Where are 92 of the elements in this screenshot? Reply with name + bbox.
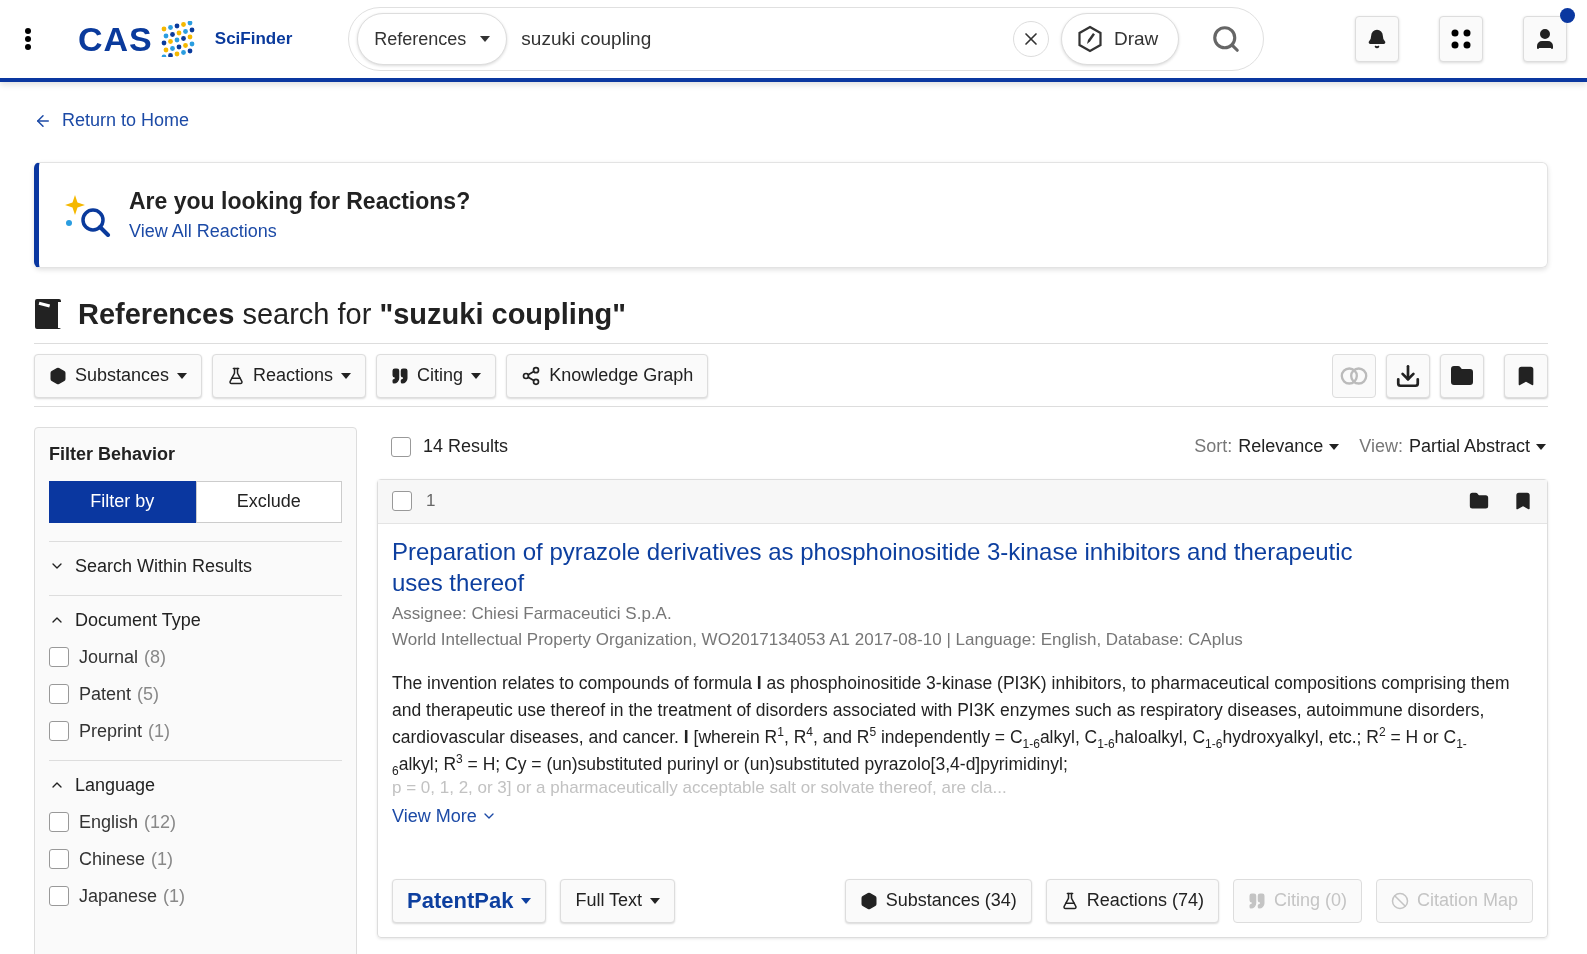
caret-icon bbox=[521, 897, 532, 904]
book-icon bbox=[34, 298, 64, 330]
folder-button[interactable] bbox=[1440, 353, 1484, 398]
apps-button[interactable] bbox=[1439, 16, 1483, 62]
caret-icon bbox=[471, 372, 482, 379]
overlap-circles-icon bbox=[1339, 365, 1369, 386]
scope-dropdown[interactable]: References bbox=[357, 13, 508, 65]
assignee: Assignee: Chiesi Farmaceutici S.p.A. bbox=[392, 603, 673, 624]
quote-icon bbox=[391, 366, 410, 385]
filter-count: (5) bbox=[137, 683, 160, 705]
filter-mode-toggle[interactable]: Exclude bbox=[195, 480, 342, 523]
view-more-link[interactable]: View More bbox=[392, 805, 497, 827]
network-icon bbox=[521, 365, 542, 386]
panel-title: Filter Behavior bbox=[49, 443, 177, 465]
caret-icon bbox=[1329, 443, 1340, 450]
result-checkbox[interactable] bbox=[392, 491, 412, 511]
result-number: 1 bbox=[426, 491, 436, 511]
caret-icon bbox=[177, 372, 188, 379]
caret-icon bbox=[650, 897, 661, 904]
substances-button[interactable]: Substances (34) bbox=[844, 878, 1032, 923]
slashed-circle-icon bbox=[1390, 891, 1409, 910]
filter-label: Preprint bbox=[79, 720, 143, 742]
draw-button[interactable]: Draw bbox=[1060, 13, 1180, 65]
bookmark-button[interactable] bbox=[1504, 353, 1548, 398]
banner-title: Are you looking for Reactions? bbox=[129, 187, 471, 215]
page-title: References search for "suzuki coupling" bbox=[78, 297, 627, 331]
citing-menu-button[interactable]: Citing bbox=[376, 353, 497, 398]
search-icon bbox=[1211, 24, 1242, 54]
hexagon-icon bbox=[859, 891, 878, 910]
view-dropdown[interactable]: Partial Abstract bbox=[1408, 436, 1546, 457]
sort-label: Sort: bbox=[1194, 436, 1233, 457]
quote-icon bbox=[1247, 891, 1266, 910]
checkbox[interactable] bbox=[49, 684, 69, 704]
view-reactions-link[interactable]: View All Reactions bbox=[129, 220, 277, 242]
return-home-link[interactable]: Return to Home bbox=[34, 110, 190, 131]
graph-menu-button[interactable]: Knowledge Graph bbox=[506, 353, 709, 398]
caret-icon bbox=[341, 372, 352, 379]
substances-menu-button[interactable]: Substances bbox=[34, 353, 203, 398]
results-count: 14 Results bbox=[423, 436, 509, 457]
filter-label: Japanese bbox=[79, 885, 158, 907]
abstract: The invention relates to compounds of formula I as phosphoinositide 3-kinase (PI3K) inhibitors, to pharmaceutical compositions comprising them and therapeutic use thereof in the treatment of disorders associated with PI3K enzymes such as respiratory diseases, autoimmune disorders, cardiovascular diseases, and cancer. I [wherein R$^{1}$, R$^{4}$, and R$^{5}$ independently = C$_{1-6}$alkyl, C$_{1-6}$haloalkyl, C$_{1-6}$hydroxyalkyl, etc.; R$^{2}$ = H or C$_{1-}$$_{6}$alkyl; R$^{3}$ = H; Cy = (un)substituted purinyl or (un)substituted pyrazolo[3,4-d]pyrimidinyl; bbox=[392, 671, 1511, 778]
checkbox[interactable] bbox=[49, 849, 69, 869]
download-button[interactable] bbox=[1386, 353, 1430, 398]
logo-text: CAS bbox=[78, 19, 153, 59]
caret-icon bbox=[480, 36, 491, 42]
folder-icon bbox=[1469, 491, 1489, 511]
filter-label: Patent bbox=[79, 683, 132, 705]
download-icon bbox=[1395, 362, 1421, 389]
account-button[interactable] bbox=[1523, 16, 1567, 62]
result-title-link[interactable]: Preparation of pyrazole derivatives as phosphoinositide 3-kinase inhibitors and therapeutic uses thereof bbox=[392, 535, 1392, 598]
filter-mode-toggle[interactable]: Filter by bbox=[49, 480, 196, 523]
caret-icon bbox=[1536, 443, 1546, 450]
filter-count: (1) bbox=[163, 885, 186, 907]
product-name: SciFinder bbox=[214, 29, 293, 49]
full-text-button[interactable]: Full Text bbox=[560, 878, 676, 923]
search-button[interactable] bbox=[1211, 24, 1242, 54]
folder-button[interactable] bbox=[1469, 491, 1489, 511]
notifications-button[interactable] bbox=[1355, 16, 1399, 62]
bookmark-button[interactable] bbox=[1513, 491, 1533, 511]
hexagon-pencil-icon bbox=[1075, 25, 1104, 53]
hexagon-icon bbox=[49, 366, 67, 385]
checkbox[interactable] bbox=[49, 812, 69, 832]
bell-icon bbox=[1367, 29, 1387, 49]
filter-section-header[interactable]: Document Type bbox=[49, 609, 201, 631]
source-info: World Intellectual Property Organization, WO2017134053 A1 2017-08-10 | Language: English, Database: CAplus bbox=[392, 629, 1244, 650]
kebab-menu-icon bbox=[24, 27, 32, 51]
checkbox[interactable] bbox=[49, 721, 69, 741]
filter-label: Chinese bbox=[79, 848, 146, 870]
abstract-fade: p = 0, 1, 2, or 3] or a pharmaceutically acceptable salt or solvate thereof, are cla... bbox=[392, 777, 1008, 798]
filter-label: English bbox=[79, 811, 139, 833]
four-dots-icon bbox=[1450, 28, 1472, 50]
clear-button[interactable] bbox=[1012, 21, 1049, 57]
flask-icon bbox=[1060, 891, 1079, 910]
filter-section-header[interactable]: Search Within Results bbox=[49, 555, 253, 577]
checkbox[interactable] bbox=[49, 647, 69, 667]
select-all-checkbox[interactable] bbox=[391, 436, 411, 457]
filter-count: (1) bbox=[148, 720, 171, 742]
menu-button[interactable] bbox=[24, 27, 32, 51]
view-label: View: bbox=[1359, 436, 1403, 457]
filter-label: Journal bbox=[79, 646, 139, 668]
reactions-button[interactable]: Reactions (74) bbox=[1045, 878, 1219, 923]
bookmark-icon bbox=[1513, 491, 1533, 511]
folder-icon bbox=[1450, 363, 1474, 388]
checkbox[interactable] bbox=[49, 886, 69, 906]
filter-count: (1) bbox=[151, 848, 174, 870]
sort-dropdown[interactable]: Relevance bbox=[1238, 436, 1340, 457]
reactions-menu-button[interactable]: Reactions bbox=[212, 353, 367, 398]
flask-icon bbox=[227, 366, 246, 385]
filter-count: (8) bbox=[144, 646, 167, 668]
filter-section-header[interactable]: Language bbox=[49, 774, 156, 796]
patentpak-button[interactable]: PatentPak bbox=[392, 878, 547, 923]
filter-count: (12) bbox=[144, 811, 177, 833]
